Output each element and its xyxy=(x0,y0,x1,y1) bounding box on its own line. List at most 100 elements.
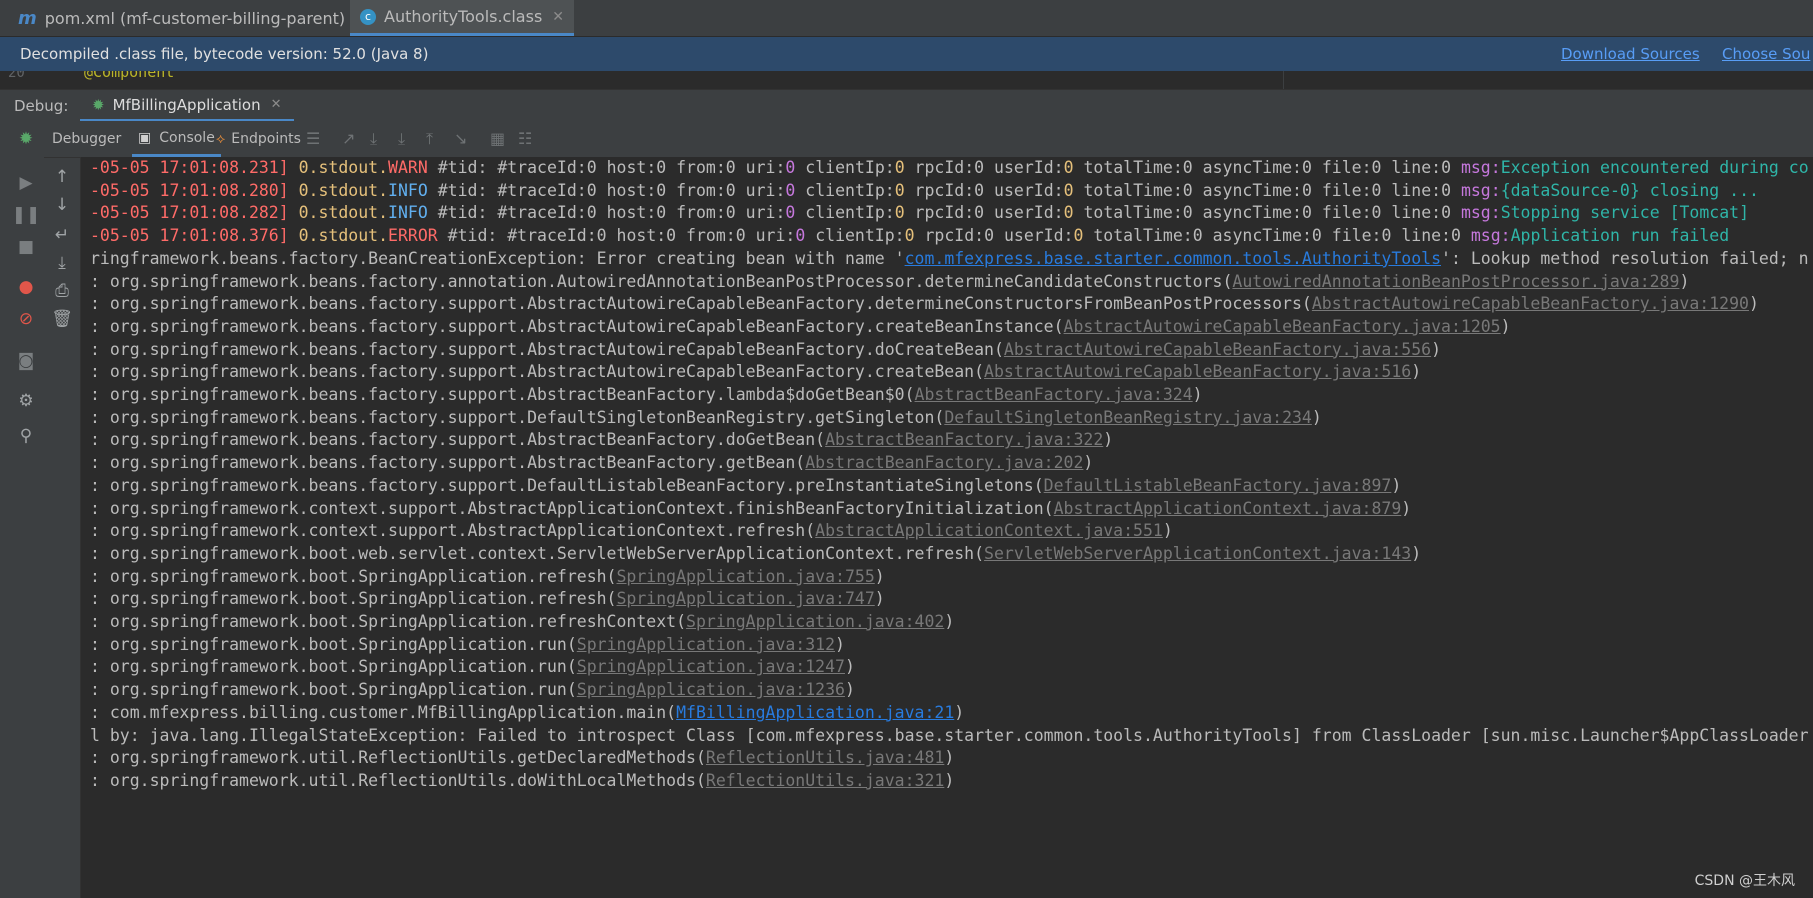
step-into-icon[interactable]: ⤓ xyxy=(398,129,405,149)
gear-icon[interactable]: ⚙ xyxy=(8,391,44,411)
step-over-icon[interactable]: ⤓ xyxy=(370,129,377,149)
arrow-down-icon[interactable]: ↓ xyxy=(44,195,80,215)
print-icon[interactable]: ⎙ xyxy=(44,281,80,301)
tab-label: Debugger xyxy=(52,131,122,147)
rerun-icon[interactable]: ▶ xyxy=(8,173,44,193)
source-link[interactable]: ReflectionUtils.java:481 xyxy=(706,748,944,767)
source-link[interactable]: AbstractAutowireCapableBeanFactory.java:… xyxy=(984,362,1411,381)
source-link[interactable]: AbstractApplicationContext.java:551 xyxy=(815,521,1163,540)
log-timestamp: -05-05 17:01:08.282] xyxy=(90,203,299,223)
view-breakpoints-icon[interactable]: ● xyxy=(8,277,44,297)
tab-endpoints[interactable]: ⟡ Endpoints xyxy=(216,121,301,157)
console-output[interactable]: -05-05 17:01:08.231] 0.stdout.WARN #tid:… xyxy=(81,157,1813,898)
watermark: CSDN @王木风 xyxy=(1694,873,1795,889)
log-message: Stopping service [Tomcat] xyxy=(1500,203,1750,223)
trash-icon[interactable]: 🗑 xyxy=(44,309,80,329)
step-out-icon[interactable]: ⤒ xyxy=(426,129,433,149)
close-icon[interactable]: ✕ xyxy=(271,97,282,112)
log-text: rpcId:0 userId: xyxy=(904,180,1064,200)
debug-session-tab[interactable]: ✹ MfBillingApplication ✕ xyxy=(80,90,294,122)
frame-text: ) xyxy=(944,612,955,631)
exception-text: ': Lookup method resolution failed; n xyxy=(1441,248,1809,268)
soft-wrap-icon[interactable]: ↵ xyxy=(44,225,80,245)
pin-icon[interactable]: ⚲ xyxy=(8,426,44,446)
log-value: 0 xyxy=(894,203,905,223)
frame-text: : org.springframework.beans.factory.supp… xyxy=(90,385,915,404)
run-to-cursor-icon[interactable]: ↘ xyxy=(454,129,467,148)
log-text: clientIp: xyxy=(795,203,895,223)
log-source: 0.stdout. xyxy=(298,226,389,246)
tab-label: AuthorityTools.class xyxy=(384,7,543,26)
source-link[interactable]: SpringApplication.java:755 xyxy=(617,567,875,586)
source-link[interactable]: DefaultListableBeanFactory.java:897 xyxy=(1044,476,1392,495)
frame-text: : org.springframework.boot.SpringApplica… xyxy=(90,634,577,654)
log-text: rpcId:0 userId: xyxy=(904,203,1064,223)
source-link[interactable]: AutowiredAnnotationBeanPostProcessor.jav… xyxy=(1232,272,1679,291)
camera-icon[interactable]: ◙ xyxy=(8,351,44,371)
debug-bug-icon[interactable]: ✹ xyxy=(8,129,44,149)
evaluate-icon[interactable]: ▦ xyxy=(490,129,505,148)
source-link[interactable]: MfBillingApplication.java:21 xyxy=(676,703,954,722)
frame-text: ) xyxy=(1103,430,1114,450)
frame-text: ) xyxy=(1411,543,1422,563)
source-link[interactable]: SpringApplication.java:312 xyxy=(577,635,835,654)
source-link[interactable]: SpringApplication.java:1247 xyxy=(577,657,845,676)
log-value: 0 xyxy=(1063,180,1074,200)
source-link[interactable]: ReflectionUtils.java:321 xyxy=(706,771,944,790)
log-message: Application run failed xyxy=(1510,226,1730,246)
frame-text: ) xyxy=(1192,385,1203,404)
source-link[interactable]: ServletWebServerApplicationContext.java:… xyxy=(984,544,1411,563)
frame-text: : org.springframework.beans.factory.supp… xyxy=(90,362,985,382)
log-value: 0 xyxy=(785,158,796,177)
log-text: totalTime:0 asyncTime:0 file:0 line:0 xyxy=(1083,226,1471,246)
frame-text: ) xyxy=(844,680,855,700)
frame-text: : org.springframework.boot.SpringApplica… xyxy=(90,680,577,700)
frame-text: ) xyxy=(944,748,955,768)
log-value: 0 xyxy=(785,180,796,200)
close-icon[interactable]: ✕ xyxy=(552,9,564,25)
scroll-to-end-icon[interactable]: ⤓ xyxy=(44,253,80,273)
banner-text: Decompiled .class file, bytecode version… xyxy=(20,45,429,63)
source-link[interactable]: AbstractAutowireCapableBeanFactory.java:… xyxy=(1004,340,1431,359)
tab-authoritytools-class[interactable]: c AuthorityTools.class ✕ xyxy=(350,0,575,36)
source-link[interactable]: AbstractAutowireCapableBeanFactory.java:… xyxy=(1312,294,1749,313)
source-link[interactable]: SpringApplication.java:747 xyxy=(617,589,875,608)
source-link[interactable]: AbstractBeanFactory.java:202 xyxy=(805,453,1083,472)
tab-pom-xml[interactable]: m pom.xml (mf-customer-billing-parent) ✕ xyxy=(8,0,377,36)
frame-text: : org.springframework.beans.factory.supp… xyxy=(90,294,1312,314)
stop-icon[interactable]: ■ xyxy=(8,237,44,257)
class-link[interactable]: com.mfexpress.base.starter.common.tools.… xyxy=(905,249,1441,268)
source-link[interactable]: SpringApplication.java:1236 xyxy=(577,680,845,699)
log-msg-key: msg: xyxy=(1470,226,1511,246)
source-link[interactable]: AbstractApplicationContext.java:879 xyxy=(1054,499,1402,518)
frame-text: ) xyxy=(1500,316,1511,336)
tab-label: pom.xml (mf-customer-billing-parent) xyxy=(44,8,346,28)
log-value: 0 xyxy=(1063,203,1074,223)
log-level: INFO xyxy=(388,203,428,223)
tab-debugger[interactable]: Debugger xyxy=(52,121,121,157)
source-link[interactable]: AbstractBeanFactory.java:324 xyxy=(915,385,1193,404)
source-link[interactable]: SpringApplication.java:402 xyxy=(686,612,944,631)
frame-text: ) xyxy=(1083,453,1094,473)
log-text: totalTime:0 asyncTime:0 file:0 line:0 xyxy=(1073,158,1461,177)
choose-sources-link[interactable]: Choose Sou xyxy=(1722,45,1810,63)
frame-text: ) xyxy=(1401,498,1412,518)
show-execution-point-icon[interactable]: ↗ xyxy=(342,129,355,148)
mute-breakpoints-icon[interactable]: ⊘ xyxy=(8,309,44,329)
source-link[interactable]: AbstractAutowireCapableBeanFactory.java:… xyxy=(1064,317,1501,336)
pause-icon[interactable]: ❚❚ xyxy=(8,205,44,225)
menu-lines-icon[interactable]: ☰ xyxy=(306,129,320,148)
debug-header: Debug: ✹ MfBillingApplication ✕ xyxy=(0,89,1813,122)
source-link[interactable]: AbstractBeanFactory.java:322 xyxy=(825,430,1103,449)
frame-text: ) xyxy=(874,589,885,609)
log-timestamp: -05-05 17:01:08.231] xyxy=(90,158,299,177)
tab-label: Endpoints xyxy=(231,131,301,147)
arrow-up-icon[interactable]: ↑ xyxy=(44,167,80,187)
frame-text: : org.springframework.beans.factory.supp… xyxy=(90,316,1064,336)
tab-console[interactable]: ▣ Console xyxy=(132,121,221,157)
log-text: #tid: #traceId:0 host:0 from:0 uri: xyxy=(427,203,786,223)
trace-icon[interactable]: ☷ xyxy=(518,129,532,148)
download-sources-link[interactable]: Download Sources xyxy=(1561,45,1700,63)
frame-text: : com.mfexpress.billing.customer.MfBilli… xyxy=(90,702,677,722)
source-link[interactable]: DefaultSingletonBeanRegistry.java:234 xyxy=(944,408,1312,427)
